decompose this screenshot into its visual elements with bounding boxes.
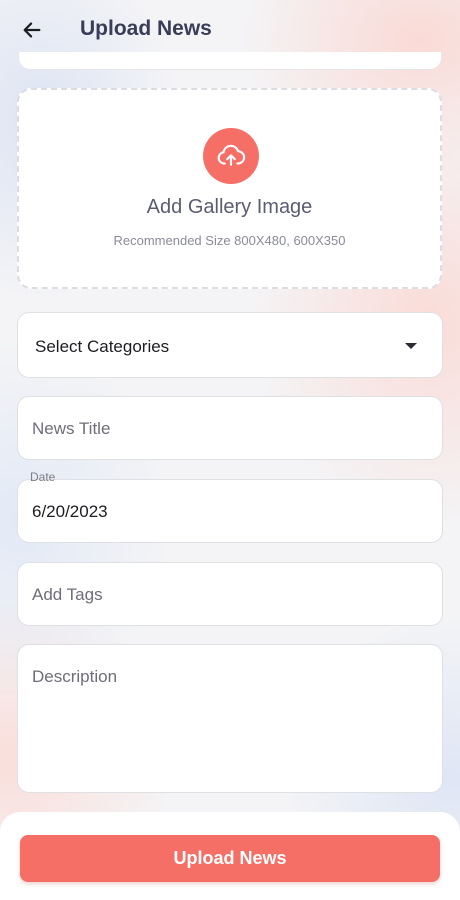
news-title-placeholder: News Title	[32, 419, 111, 438]
add-tags-placeholder: Add Tags	[32, 585, 103, 604]
description-textarea[interactable]: Description	[17, 644, 443, 793]
add-tags-input[interactable]: Add Tags	[17, 562, 443, 626]
add-gallery-image-dropzone[interactable]: Add Gallery Image Recommended Size 800X4…	[17, 88, 442, 289]
category-select-value: Select Categories	[35, 337, 170, 356]
category-select[interactable]: Select Categories	[17, 312, 443, 378]
app-header: Upload News	[0, 0, 460, 60]
upload-icon-badge	[203, 128, 259, 184]
news-title-input[interactable]: News Title	[17, 396, 443, 460]
date-label: Date	[30, 470, 56, 484]
date-field[interactable]: 6/20/2023	[17, 479, 443, 543]
cloud-upload-icon	[217, 144, 246, 166]
arrow-left-icon	[23, 22, 41, 38]
caret-down-icon	[405, 343, 417, 349]
back-button[interactable]	[18, 16, 46, 44]
add-gallery-image-label: Add Gallery Image	[146, 196, 313, 218]
upload-news-button[interactable]: Upload News	[20, 835, 440, 882]
bottom-action-bar: Upload News	[0, 812, 460, 900]
page-title: Upload News	[80, 17, 212, 40]
date-value: 6/20/2023	[32, 502, 108, 521]
description-placeholder: Description	[32, 667, 118, 686]
previous-card-edge	[18, 52, 442, 70]
recommended-size-hint: Recommended Size 800X480, 600X350	[113, 233, 346, 248]
